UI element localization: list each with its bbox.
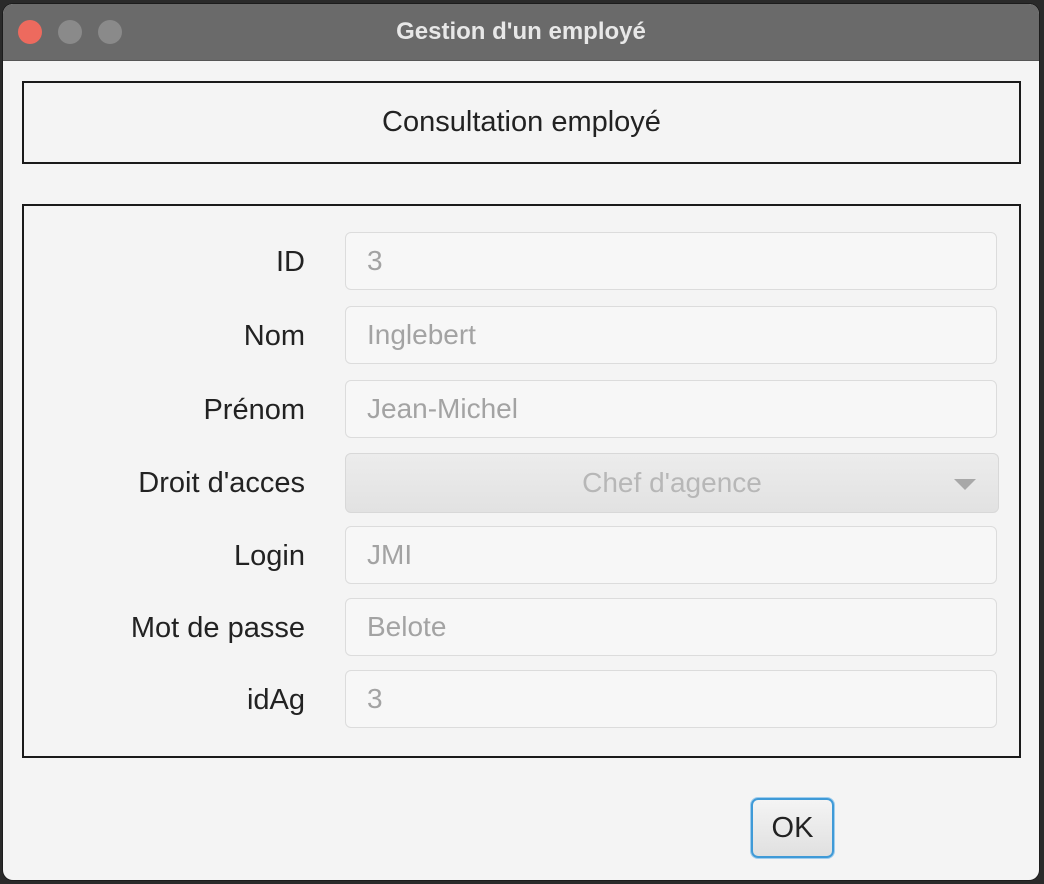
- login-label: Login: [234, 540, 305, 572]
- row-droit: Droit d'acces Chef d'agence: [24, 453, 1019, 513]
- title-bar[interactable]: Gestion d'un employé: [3, 4, 1039, 61]
- password-field[interactable]: [345, 598, 997, 656]
- dropdown-caret-icon: [954, 479, 976, 490]
- row-nom: Nom: [24, 306, 1019, 366]
- row-password: Mot de passe: [24, 598, 1019, 658]
- employee-form: ID Nom Prénom Droit d'acces Chef d'agenc…: [22, 204, 1021, 758]
- nom-field[interactable]: [345, 306, 997, 364]
- ok-button[interactable]: OK: [751, 798, 834, 858]
- row-id: ID: [24, 232, 1019, 292]
- login-field[interactable]: [345, 526, 997, 584]
- droit-acces-select[interactable]: Chef d'agence: [345, 453, 999, 513]
- consultation-header: Consultation employé: [22, 81, 1021, 164]
- idag-label: idAg: [246, 684, 305, 716]
- employee-window: Gestion d'un employé Consultation employ…: [3, 4, 1039, 880]
- row-login: Login: [24, 526, 1019, 586]
- id-label: ID: [276, 246, 305, 278]
- prenom-field[interactable]: [345, 380, 997, 438]
- row-prenom: Prénom: [24, 380, 1019, 440]
- id-field[interactable]: [345, 232, 997, 290]
- row-idag: idAg: [24, 670, 1019, 730]
- droit-label: Droit d'acces: [138, 467, 305, 499]
- droit-acces-value: Chef d'agence: [582, 467, 762, 498]
- prenom-label: Prénom: [203, 394, 305, 426]
- window-title: Gestion d'un employé: [396, 18, 646, 45]
- password-label: Mot de passe: [130, 612, 305, 644]
- idag-field[interactable]: [345, 670, 997, 728]
- nom-label: Nom: [243, 320, 305, 352]
